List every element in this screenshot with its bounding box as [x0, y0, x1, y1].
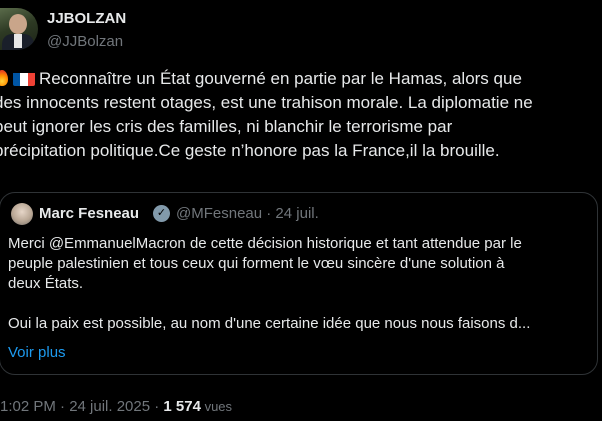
- tweet-line-1-text: Reconnaître un État gouverné en partie p…: [39, 69, 522, 88]
- views-count[interactable]: 1 574: [163, 398, 201, 415]
- tweet-timestamp[interactable]: 1:02 PM · 24 juil. 2025 ·: [0, 398, 163, 415]
- quoted-line-5: Oui la paix est possible, au nom d'une c…: [8, 315, 531, 332]
- avatar-shirt: [14, 34, 22, 48]
- author-avatar[interactable]: [0, 8, 38, 50]
- views-label: vues: [200, 399, 233, 414]
- quoted-author-name: Marc Fesneau: [39, 205, 140, 222]
- avatar-face: [9, 14, 27, 34]
- tweet-line-4: précipitation politique.Ce geste n’honor…: [0, 141, 500, 160]
- quoted-blank-line: [8, 294, 596, 314]
- verified-badge-icon: ✓: [153, 205, 170, 222]
- quoted-line-3: deux États.: [8, 275, 84, 292]
- show-more-link[interactable]: Voir plus: [8, 344, 66, 361]
- quoted-tweet[interactable]: Marc Fesneau ✓ @MFesneau · 24 juil. Merc…: [0, 192, 598, 375]
- france-flag-icon: [13, 71, 35, 86]
- quoted-author-handle-date: @MFesneau · 24 juil.: [176, 205, 319, 222]
- author-name[interactable]: JJBOLZAN: [47, 10, 126, 27]
- tweet-text: Reconnaître un État gouverné en partie p…: [0, 67, 602, 163]
- quoted-line-2: peuple palestinien et tous ceux qui form…: [8, 255, 505, 272]
- quoted-tweet-text: Merci @EmmanuelMacron de cette décision …: [8, 234, 596, 334]
- author-handle[interactable]: @JJBolzan: [47, 33, 123, 50]
- tweet-meta: 1:02 PM · 24 juil. 2025 · 1 574 vues: [0, 398, 232, 415]
- tweet-line-2: des innocents restent otages, est une tr…: [0, 93, 533, 112]
- quoted-author-avatar[interactable]: [11, 203, 33, 225]
- tweet-line-1: Reconnaître un État gouverné en partie p…: [0, 67, 602, 91]
- fire-emoji-icon: [0, 69, 10, 87]
- tweet-line-3: peut ignorer les cris des familles, ni b…: [0, 117, 453, 136]
- quoted-line-1: Merci @EmmanuelMacron de cette décision …: [8, 235, 522, 252]
- tweet-header: JJBOLZAN @JJBolzan: [0, 0, 602, 60]
